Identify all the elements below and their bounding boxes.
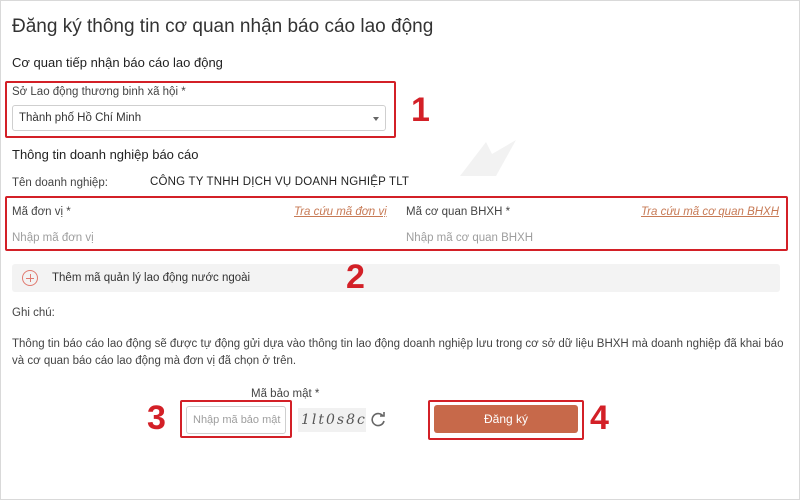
watermark-logo (460, 140, 516, 176)
plus-circle-icon (22, 270, 38, 286)
page-title: Đăng ký thông tin cơ quan nhận báo cáo l… (12, 16, 434, 37)
note-title: Ghi chú: (12, 307, 55, 319)
captcha-image-text: 1lt0s8c (301, 412, 367, 428)
enterprise-section-title: Thông tin doanh nghiệp báo cáo (12, 147, 199, 162)
receiving-agency-section-title: Cơ quan tiếp nhận báo cáo lao động (12, 55, 223, 70)
highlight-box-1 (5, 81, 396, 138)
step-number-4: 4 (590, 399, 609, 437)
step-number-2: 2 (346, 258, 365, 296)
step-number-3: 3 (147, 399, 166, 437)
enterprise-name-label: Tên doanh nghiệp: (12, 177, 108, 189)
enterprise-name-value: CÔNG TY TNHH DỊCH VỤ DOANH NGHIỆP TLT (150, 176, 410, 188)
captcha-label: Mã bảo mật * (251, 388, 320, 400)
note-text: Thông tin báo cáo lao động sẽ được tự độ… (12, 338, 784, 367)
highlight-box-4 (428, 400, 584, 440)
refresh-icon[interactable] (370, 410, 386, 428)
highlight-box-3 (180, 400, 292, 438)
highlight-box-2 (5, 196, 788, 251)
add-foreign-labor-code-button[interactable]: Thêm mã quản lý lao động nước ngoài (12, 264, 780, 292)
captcha-image: 1lt0s8c (298, 408, 366, 432)
add-foreign-labor-code-label: Thêm mã quản lý lao động nước ngoài (52, 272, 251, 284)
step-number-1: 1 (411, 91, 430, 129)
